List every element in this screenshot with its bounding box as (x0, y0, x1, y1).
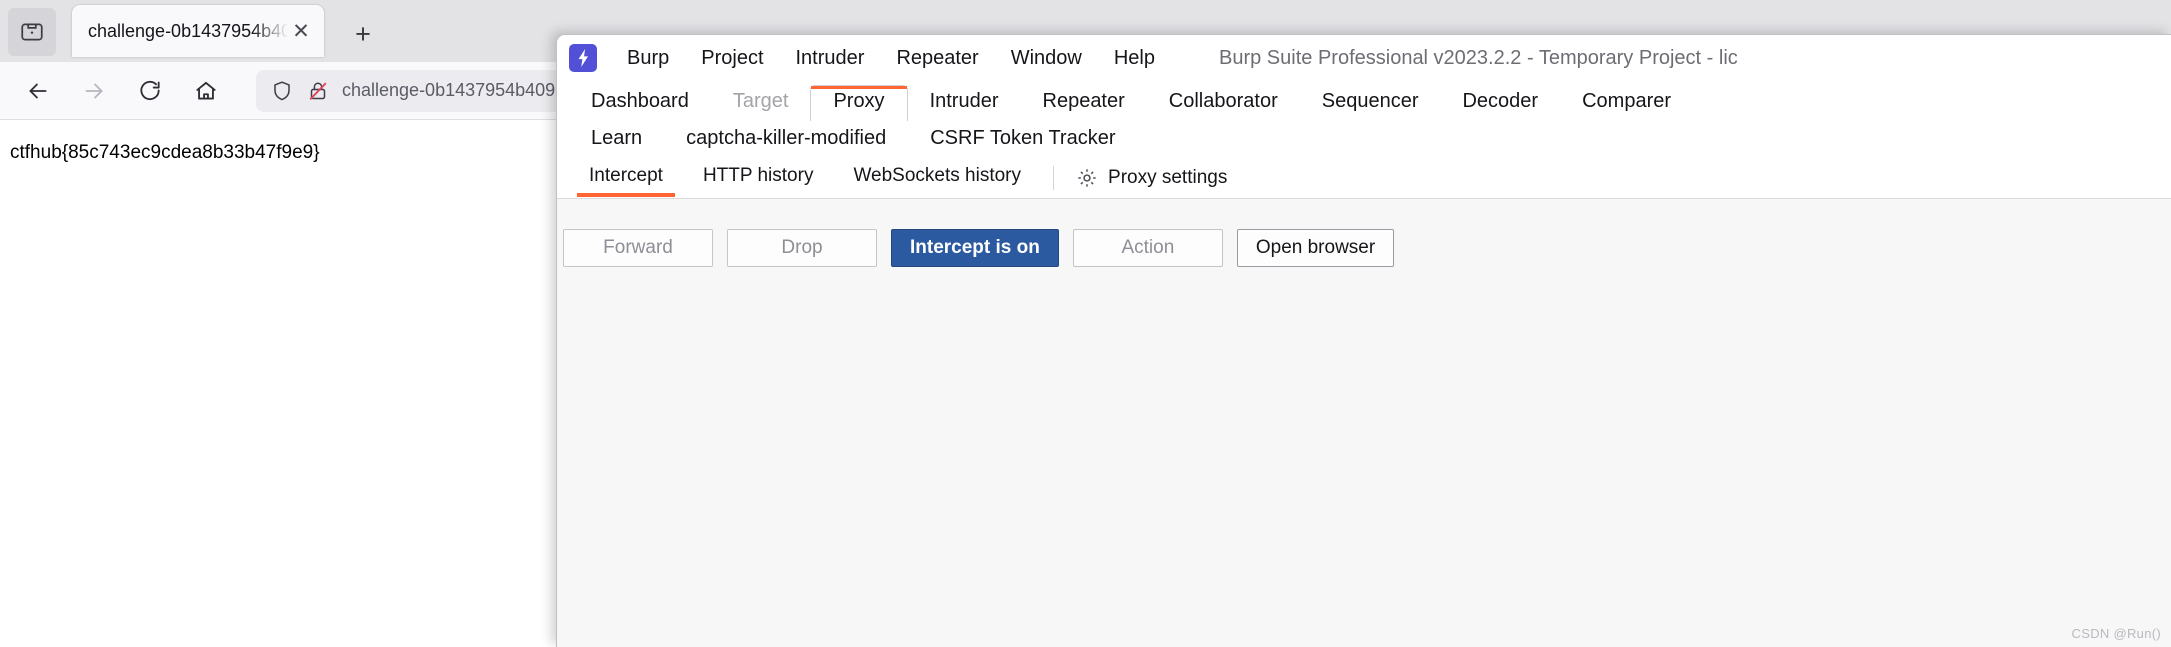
burp-menu-bar: Burp Project Intruder Repeater Window He… (557, 35, 2171, 81)
tab-repeater[interactable]: Repeater (1021, 88, 1147, 121)
burp-lightning-icon (569, 44, 597, 72)
new-tab-button[interactable]: + (342, 13, 384, 55)
browser-tab[interactable]: challenge-0b1437954b409c01.sa ✕ (72, 5, 324, 57)
tab-comparer[interactable]: Comparer (1560, 88, 1693, 121)
tab-dashboard[interactable]: Dashboard (569, 88, 711, 121)
reload-icon (137, 78, 163, 104)
subtab-http-history[interactable]: HTTP history (683, 159, 834, 197)
menu-item-window[interactable]: Window (995, 43, 1098, 74)
tab-target[interactable]: Target (711, 88, 811, 121)
tab-sequencer[interactable]: Sequencer (1300, 88, 1441, 121)
back-button[interactable] (16, 69, 60, 113)
forward-button[interactable]: Forward (563, 229, 713, 267)
burp-main-tabs-row-2: Learn captcha-killer-modified CSRF Token… (557, 121, 2171, 157)
forward-button[interactable] (72, 69, 116, 113)
home-button[interactable] (184, 69, 228, 113)
burp-suite-window: Burp Project Intruder Repeater Window He… (556, 34, 2171, 647)
menu-item-project[interactable]: Project (685, 43, 779, 74)
burp-sub-tabs: Intercept HTTP history WebSockets histor… (557, 157, 2171, 199)
gear-icon (1076, 167, 1098, 189)
drop-button[interactable]: Drop (727, 229, 877, 267)
home-icon (193, 78, 219, 104)
burp-window-title: Burp Suite Professional v2023.2.2 - Temp… (1219, 46, 1738, 69)
close-icon[interactable]: ✕ (288, 18, 314, 44)
action-button[interactable]: Action (1072, 229, 1223, 267)
tab-decoder[interactable]: Decoder (1440, 88, 1560, 121)
burp-main-tabs: Dashboard Target Proxy Intruder Repeater… (557, 81, 2171, 121)
url-text: challenge-0b1437954b409c (342, 80, 565, 100)
menu-item-repeater[interactable]: Repeater (880, 43, 994, 74)
proxy-settings-label: Proxy settings (1108, 166, 1228, 188)
tab-intruder[interactable]: Intruder (908, 88, 1021, 121)
list-all-tabs-button[interactable] (8, 8, 56, 56)
divider (1053, 165, 1055, 190)
lock-crossed-icon[interactable] (306, 79, 330, 103)
menu-item-burp[interactable]: Burp (611, 43, 685, 74)
subtab-websockets-history[interactable]: WebSockets history (833, 159, 1041, 197)
browser-tab-title: challenge-0b1437954b409c01.sa (88, 20, 288, 41)
shield-icon[interactable] (270, 79, 294, 103)
reload-button[interactable] (128, 69, 172, 113)
tab-captcha-killer-modified[interactable]: captcha-killer-modified (664, 125, 908, 154)
intercept-toggle-button[interactable]: Intercept is on (891, 229, 1059, 267)
subtab-intercept[interactable]: Intercept (569, 159, 683, 197)
tab-learn[interactable]: Learn (569, 125, 664, 154)
back-arrow-icon (25, 78, 51, 104)
burp-proxy-toolbar: Forward Drop Intercept is on Action Open… (557, 229, 2171, 267)
tab-collaborator[interactable]: Collaborator (1147, 88, 1300, 121)
menu-item-help[interactable]: Help (1098, 43, 1171, 74)
burp-proxy-panel: Forward Drop Intercept is on Action Open… (557, 199, 2171, 647)
watermark: CSDN @Run() (2071, 626, 2161, 641)
list-all-tabs-icon (19, 19, 45, 45)
menu-item-intruder[interactable]: Intruder (780, 43, 881, 74)
tab-proxy[interactable]: Proxy (810, 85, 908, 121)
forward-arrow-icon (81, 78, 107, 104)
tab-csrf-token-tracker[interactable]: CSRF Token Tracker (908, 125, 1137, 154)
proxy-settings-button[interactable]: Proxy settings (1066, 161, 1237, 195)
open-browser-button[interactable]: Open browser (1236, 229, 1395, 267)
